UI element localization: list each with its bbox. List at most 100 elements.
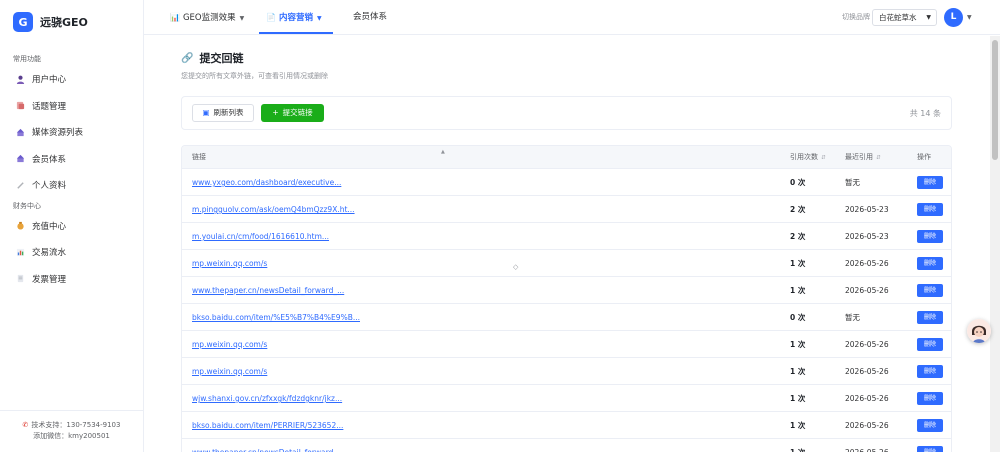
row-recent-date: 2026-05-26: [845, 367, 889, 376]
transactions-icon: [15, 247, 25, 257]
section-title-common: 常用功能: [13, 55, 41, 63]
delete-button[interactable]: 删除: [917, 311, 943, 324]
row-reference-count: 2 次: [790, 232, 806, 241]
row-reference-count: 0 次: [790, 178, 806, 187]
table-row: www.yxgeo.com/dashboard/executive... 0 次 暂…: [182, 169, 951, 196]
sidebar-item-label: 充值中心: [32, 221, 67, 232]
delete-button[interactable]: 删除: [917, 203, 943, 216]
row-link[interactable]: bkso.baidu.com/item/%E5%B7%B4%E9%B...: [192, 304, 360, 331]
row-link[interactable]: m.youlai.cn/cm/food/1616610.htm...: [192, 223, 329, 250]
links-table: 链接 ▲ 引用次数 ⇵ 最近引用 ⇵ 操作 www.yxgeo.com/dashbo…: [181, 145, 952, 452]
phone-icon: ✆: [22, 421, 29, 429]
delete-button[interactable]: 删除: [917, 284, 943, 297]
sidebar-item-recharge[interactable]: 充值中心: [0, 213, 143, 240]
delete-button[interactable]: 删除: [917, 419, 943, 432]
scrollbar[interactable]: [990, 36, 1000, 452]
delete-button[interactable]: 删除: [917, 230, 943, 243]
page-subtitle: 您提交的所有文章外链，可查看引用情况或删除: [181, 72, 328, 80]
delete-button[interactable]: 删除: [917, 392, 943, 405]
sidebar-item-label: 话题管理: [32, 101, 67, 112]
tab-label: 会员体系: [353, 12, 388, 22]
delete-button[interactable]: 删除: [917, 257, 943, 270]
sidebar-item-label: 交易流水: [32, 248, 67, 259]
row-reference-count: 0 次: [790, 313, 806, 322]
scrollbar-thumb[interactable]: [992, 40, 998, 160]
row-reference-count: 1 次: [790, 340, 806, 349]
tab-geo-monitoring[interactable]: 📊 GEO监测效果 ▼: [170, 0, 244, 35]
table-row: mp.weixin.qq.com/s 1 次 2026-05-26 删除: [182, 358, 951, 385]
assistant-avatar-icon[interactable]: [967, 319, 991, 343]
delete-button[interactable]: 删除: [917, 176, 943, 189]
avatar[interactable]: L: [944, 8, 963, 27]
invoice-icon: [15, 274, 25, 284]
sidebar-item-media[interactable]: 媒体资源列表: [0, 119, 143, 146]
header-count[interactable]: 引用次数 ⇵: [790, 146, 826, 170]
link-icon: 🔗: [181, 52, 194, 64]
submit-label: 提交链接: [282, 108, 313, 117]
sort-icon: ⇵: [876, 155, 881, 161]
tab-label: GEO监测效果: [182, 13, 236, 23]
chevron-down-icon: ▼: [926, 14, 931, 21]
row-reference-count: 1 次: [790, 421, 806, 430]
delete-button[interactable]: 删除: [917, 338, 943, 351]
brand-select-value: 白花蛇草水: [879, 13, 917, 22]
row-reference-count: 1 次: [790, 286, 806, 295]
brand-name: 远骁GEO: [40, 16, 88, 29]
row-recent-date: 暂无: [845, 178, 860, 187]
row-reference-count: 1 次: [790, 439, 805, 452]
header-recent-label: 最近引用: [845, 153, 873, 161]
delete-button[interactable]: 删除: [917, 446, 943, 452]
table-row: wjw.shanxi.gov.cn/zfxxgk/fdzdgknr/jkz...…: [182, 385, 951, 412]
header-recent[interactable]: 最近引用 ⇵: [845, 146, 881, 170]
refresh-label: 刷新列表: [213, 108, 244, 117]
support-line: ✆ 技术支持：130-7534-9103: [0, 420, 143, 431]
submit-link-button[interactable]: + 提交链接: [261, 104, 324, 122]
table-row: bkso.baidu.com/item/PERRIER/523652... 1 次…: [182, 412, 951, 439]
tab-membership[interactable]: 会员体系: [353, 0, 387, 35]
row-link[interactable]: mp.weixin.qq.com/s: [192, 250, 267, 277]
brand[interactable]: G 远骁GEO: [0, 0, 143, 44]
row-link[interactable]: www.thepaper.cn/newsDetail_forward_...: [192, 439, 344, 452]
row-link[interactable]: mp.weixin.qq.com/s: [192, 358, 267, 385]
row-recent-date: 2026-05-26: [845, 286, 889, 295]
tab-content-marketing[interactable]: 📄 内容营销 ▼: [266, 0, 322, 35]
topic-icon: [15, 101, 25, 111]
row-recent-date: 2026-05-26: [845, 439, 889, 452]
delete-button[interactable]: 删除: [917, 365, 943, 378]
table-row: m.pingguolv.com/ask/oemQ4bmQzz9X.ht... 2 …: [182, 196, 951, 223]
toolbar: ▣ 刷新列表 + 提交链接 共 14 条: [181, 96, 952, 130]
refresh-button[interactable]: ▣ 刷新列表: [192, 104, 254, 122]
sidebar-item-user-center[interactable]: 用户中心: [0, 66, 143, 93]
sidebar-item-label: 个人资料: [32, 181, 67, 192]
row-recent-date: 2026-05-23: [845, 232, 889, 241]
chevron-down-icon: ▼: [316, 15, 322, 22]
dot-icon: ▲: [441, 149, 445, 155]
row-link[interactable]: bkso.baidu.com/item/PERRIER/523652...: [192, 412, 343, 439]
row-recent-date: 2026-05-26: [845, 340, 889, 349]
row-link[interactable]: www.yxgeo.com/dashboard/executive...: [192, 169, 341, 196]
member-icon: [15, 154, 25, 164]
sidebar-item-invoice[interactable]: 发票管理: [0, 266, 143, 293]
row-recent-date: 2026-05-23: [845, 205, 889, 214]
sort-icon: ⇵: [821, 155, 826, 161]
chart-icon: 📊: [170, 13, 180, 22]
section-title-finance: 财务中心: [13, 201, 41, 210]
sidebar-item-transactions[interactable]: 交易流水: [0, 239, 143, 266]
row-link[interactable]: mp.weixin.qq.com/s: [192, 331, 267, 358]
chevron-down-icon[interactable]: ▼: [967, 0, 972, 35]
table-row: bkso.baidu.com/item/%E5%B7%B4%E9%B... 0 次…: [182, 304, 951, 331]
sidebar-item-profile[interactable]: 个人资料: [0, 172, 143, 199]
row-reference-count: 1 次: [790, 259, 806, 268]
wechat-text: 添加微信：kmy200501: [33, 432, 110, 440]
support-text: 技术支持：130-7534-9103: [31, 421, 121, 429]
row-link[interactable]: m.pingguolv.com/ask/oemQ4bmQzz9X.ht...: [192, 196, 355, 223]
table-row: www.thepaper.cn/newsDetail_forward_... 1 …: [182, 439, 951, 452]
sidebar-item-topics[interactable]: 话题管理: [0, 93, 143, 120]
brand-select[interactable]: 白花蛇草水 ▼: [872, 9, 937, 26]
row-link[interactable]: wjw.shanxi.gov.cn/zfxxgk/fdzdgknr/jkz...: [192, 385, 342, 412]
row-link[interactable]: www.thepaper.cn/newsDetail_forward_...: [192, 277, 344, 304]
sidebar-item-membership[interactable]: 会员体系: [0, 146, 143, 173]
table-row: mp.weixin.qq.com/s 1 次 2026-05-26 删除: [182, 250, 951, 277]
row-reference-count: 1 次: [790, 367, 806, 376]
table-row: www.thepaper.cn/newsDetail_forward_... 1 …: [182, 277, 951, 304]
